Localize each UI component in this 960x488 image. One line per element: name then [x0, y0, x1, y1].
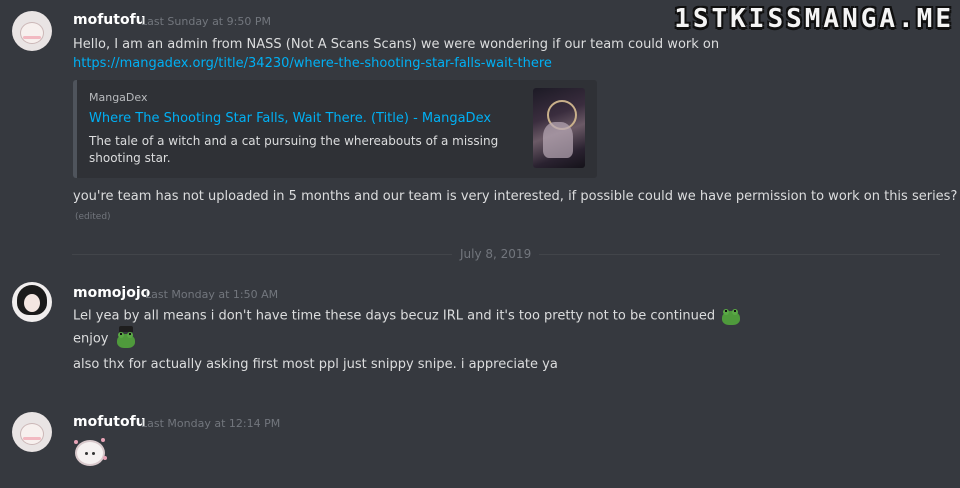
avatar[interactable]	[12, 282, 52, 322]
edited-label: (edited)	[75, 212, 111, 222]
date-divider-label: July 8, 2019	[452, 247, 540, 261]
avatar-face-icon	[24, 294, 40, 312]
message-text: also thx for actually asking first most …	[73, 357, 558, 372]
avatar-face-icon	[21, 424, 43, 444]
timestamp: Last Sunday at 9:50 PM	[141, 15, 271, 28]
embed-provider: MangaDex	[89, 91, 148, 104]
message-group-3: mofutofu Last Monday at 12:14 PM	[0, 400, 960, 488]
embed-title-link[interactable]: Where The Shooting Star Falls, Wait Ther…	[89, 111, 491, 126]
message-text: enjoy	[73, 326, 136, 349]
frog-emoji-icon[interactable]	[721, 306, 741, 326]
embed-description: The tale of a witch and a cat pursuing t…	[89, 134, 499, 165]
message-group-2: momojojo Last Monday at 1:50 AM Lel yea …	[0, 270, 960, 390]
frog-hat-emoji-icon[interactable]	[116, 326, 136, 349]
embed-thumbnail[interactable]	[533, 88, 585, 168]
timestamp: Last Monday at 12:14 PM	[141, 417, 281, 430]
username[interactable]: mofutofu	[73, 12, 146, 28]
message-text-content: enjoy	[73, 331, 109, 347]
avatar[interactable]	[12, 412, 52, 452]
avatar[interactable]	[12, 11, 52, 51]
message-text-content: Lel yea by all means i don't have time t…	[73, 308, 716, 324]
message-link[interactable]: https://mangadex.org/title/34230/where-t…	[73, 56, 552, 71]
username[interactable]: mofutofu	[73, 414, 146, 430]
username[interactable]: momojojo	[73, 285, 150, 301]
message-text: Hello, I am an admin from NASS (Not A Sc…	[73, 37, 720, 52]
message-text: Lel yea by all means i don't have time t…	[73, 306, 741, 326]
message-text: you're team has not uploaded in 5 months…	[73, 189, 958, 204]
timestamp: Last Monday at 1:50 AM	[145, 288, 279, 301]
sheep-emoji-icon[interactable]	[74, 438, 107, 470]
avatar-face-icon	[21, 23, 43, 43]
link-embed: MangaDex Where The Shooting Star Falls, …	[73, 80, 597, 178]
message-group-1: mofutofu Last Sunday at 9:50 PM Hello, I…	[0, 0, 960, 240]
